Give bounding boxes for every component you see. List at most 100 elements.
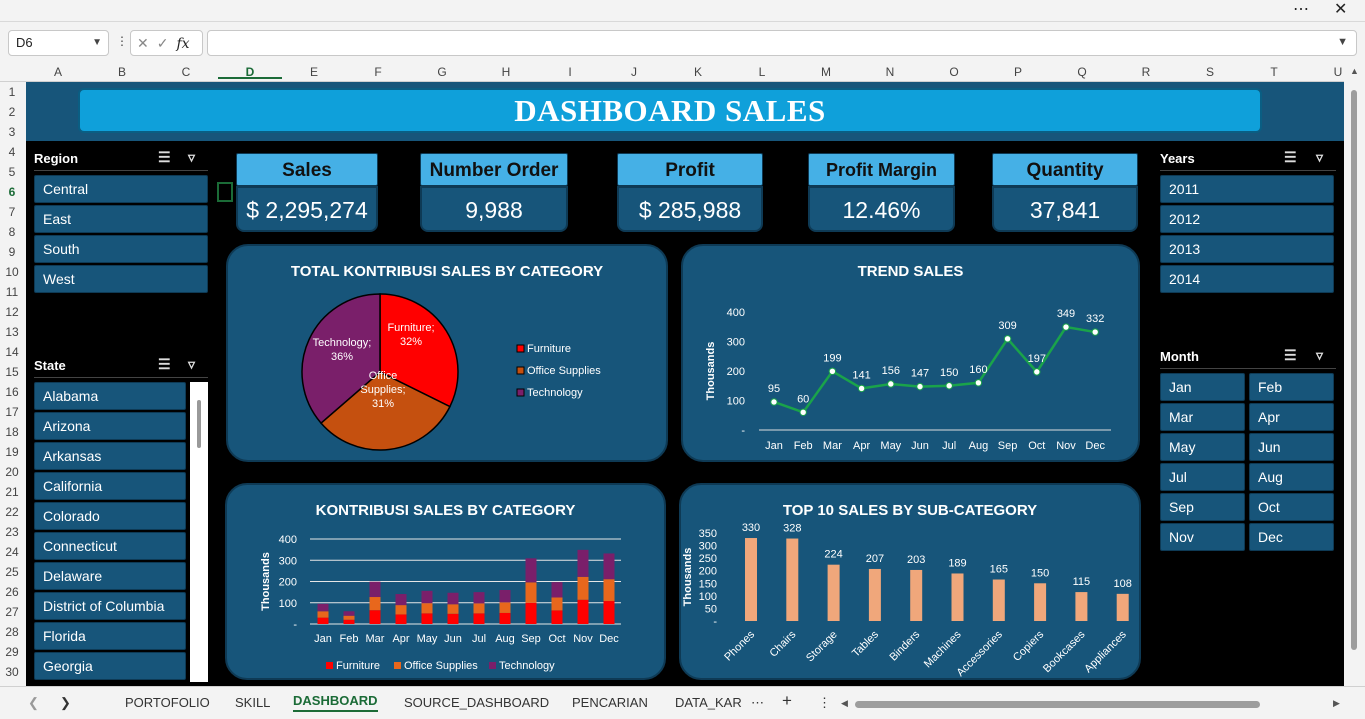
slicer-item[interactable]: West bbox=[34, 265, 208, 293]
stacked-bar-segment[interactable] bbox=[317, 617, 329, 624]
row-header[interactable]: 13 bbox=[0, 325, 24, 339]
trend-point[interactable] bbox=[1003, 335, 1012, 343]
formula-input[interactable]: ▼ bbox=[207, 30, 1357, 56]
trend-point[interactable] bbox=[916, 382, 924, 391]
slicer-item[interactable]: Sep bbox=[1160, 493, 1245, 521]
sheet-tab[interactable]: PORTOFOLIO bbox=[125, 695, 210, 710]
column-header[interactable]: Q bbox=[1050, 65, 1114, 79]
row-header[interactable]: 5 bbox=[0, 165, 24, 179]
slicer-scrollbar[interactable] bbox=[190, 382, 208, 682]
row-header[interactable]: 17 bbox=[0, 405, 24, 419]
sheet-options-icon[interactable]: ⋮ bbox=[818, 695, 831, 711]
horizontal-scrollbar[interactable]: ◀ ▶ bbox=[841, 698, 1345, 709]
close-icon[interactable]: ✕ bbox=[1334, 1, 1347, 19]
stacked-bar-segment[interactable] bbox=[395, 594, 407, 606]
trend-point[interactable] bbox=[770, 398, 778, 406]
row-header[interactable]: 24 bbox=[0, 545, 24, 559]
scroll-up-icon[interactable]: ▲ bbox=[1350, 66, 1359, 76]
slicer-item[interactable]: Georgia bbox=[34, 652, 186, 680]
stacked-bar-segment[interactable] bbox=[447, 592, 459, 605]
row-header[interactable]: 4 bbox=[0, 145, 24, 159]
confirm-icon[interactable]: ✓ bbox=[157, 35, 177, 51]
stacked-bar-segment[interactable] bbox=[499, 612, 511, 624]
slicer-scroll-thumb[interactable] bbox=[197, 400, 201, 448]
column-header[interactable]: B bbox=[90, 65, 154, 79]
trend-point[interactable] bbox=[1091, 328, 1099, 336]
row-header[interactable]: 1 bbox=[0, 85, 24, 99]
top10-bar[interactable] bbox=[1075, 592, 1088, 621]
row-header[interactable]: 28 bbox=[0, 625, 24, 639]
column-header[interactable]: T bbox=[1242, 65, 1306, 79]
trend-point[interactable] bbox=[887, 380, 895, 388]
stacked-bar-segment[interactable] bbox=[421, 590, 433, 604]
stacked-bar-segment[interactable] bbox=[577, 599, 589, 624]
insert-function-icon[interactable]: fx bbox=[176, 36, 189, 52]
top10-bar[interactable] bbox=[786, 538, 799, 621]
multi-select-icon[interactable]: ☰ bbox=[1284, 347, 1297, 364]
stacked-bar-segment[interactable] bbox=[343, 611, 355, 616]
slicer-item[interactable]: Aug bbox=[1249, 463, 1334, 491]
multi-select-icon[interactable]: ☰ bbox=[158, 149, 171, 166]
scroll-right-icon[interactable]: ▶ bbox=[1333, 698, 1340, 709]
clear-filter-icon[interactable]: ▿ bbox=[188, 356, 195, 373]
column-header[interactable]: G bbox=[410, 65, 474, 79]
clear-filter-icon[interactable]: ▿ bbox=[188, 149, 195, 166]
column-header[interactable]: E bbox=[282, 65, 346, 79]
stacked-bar-segment[interactable] bbox=[343, 619, 355, 624]
stacked-bar-segment[interactable] bbox=[499, 590, 511, 603]
formula-bar-handle-icon[interactable]: ⋮ bbox=[116, 34, 128, 48]
row-header[interactable]: 6 bbox=[0, 185, 24, 199]
top10-bar[interactable] bbox=[868, 568, 881, 621]
slicer-item[interactable]: Apr bbox=[1249, 403, 1334, 431]
sheet-tab[interactable]: SOURCE_DASHBOARD bbox=[404, 695, 549, 710]
sheet-tab[interactable]: SKILL bbox=[235, 695, 270, 710]
slicer-item[interactable]: California bbox=[34, 472, 186, 500]
column-header[interactable]: A bbox=[26, 65, 90, 79]
vertical-scrollbar[interactable]: ▲ bbox=[1344, 62, 1365, 686]
row-header[interactable]: 10 bbox=[0, 265, 24, 279]
sheet-tab[interactable]: PENCARIAN bbox=[572, 695, 648, 710]
horizontal-scroll-thumb[interactable] bbox=[855, 701, 1260, 708]
row-header[interactable]: 23 bbox=[0, 525, 24, 539]
slicer-item[interactable]: Jul bbox=[1160, 463, 1245, 491]
row-header[interactable]: 16 bbox=[0, 385, 24, 399]
slicer-item[interactable]: Central bbox=[34, 175, 208, 203]
slicer-item[interactable]: 2012 bbox=[1160, 205, 1334, 233]
column-header[interactable]: S bbox=[1178, 65, 1242, 79]
stacked-bar-segment[interactable] bbox=[447, 613, 459, 624]
row-header[interactable]: 15 bbox=[0, 365, 24, 379]
column-header[interactable]: P bbox=[986, 65, 1050, 79]
column-header[interactable]: I bbox=[538, 65, 602, 79]
column-header[interactable]: F bbox=[346, 65, 410, 79]
add-sheet-icon[interactable]: + bbox=[782, 691, 792, 711]
slicer-item[interactable]: Florida bbox=[34, 622, 186, 650]
column-header[interactable]: N bbox=[858, 65, 922, 79]
slicer-item[interactable]: 2013 bbox=[1160, 235, 1334, 263]
cancel-icon[interactable]: ✕ bbox=[137, 35, 157, 51]
stacked-bar-segment[interactable] bbox=[499, 602, 511, 613]
top10-bar[interactable] bbox=[992, 579, 1005, 621]
slicer-item[interactable]: Feb bbox=[1249, 373, 1334, 401]
sheet-tab[interactable]: DASHBOARD bbox=[293, 693, 378, 712]
stacked-bar-segment[interactable] bbox=[395, 614, 407, 624]
slicer-item[interactable]: Alabama bbox=[34, 382, 186, 410]
slicer-item[interactable]: South bbox=[34, 235, 208, 263]
selected-cell[interactable] bbox=[217, 182, 233, 202]
multi-select-icon[interactable]: ☰ bbox=[1284, 149, 1297, 166]
row-header[interactable]: 8 bbox=[0, 225, 24, 239]
slicer-item[interactable]: District of Columbia bbox=[34, 592, 186, 620]
column-header[interactable]: H bbox=[474, 65, 538, 79]
stacked-bar-segment[interactable] bbox=[603, 579, 615, 602]
column-header[interactable]: M bbox=[794, 65, 858, 79]
row-header[interactable]: 30 bbox=[0, 665, 24, 679]
stacked-bar-segment[interactable] bbox=[603, 601, 615, 624]
row-header[interactable]: 29 bbox=[0, 645, 24, 659]
stacked-bar-segment[interactable] bbox=[343, 615, 355, 620]
slicer-item[interactable]: East bbox=[34, 205, 208, 233]
stacked-bar-segment[interactable] bbox=[369, 581, 381, 598]
row-header[interactable]: 22 bbox=[0, 505, 24, 519]
column-header[interactable]: D bbox=[218, 62, 282, 79]
prev-sheet-icon[interactable]: ❮ bbox=[28, 695, 39, 711]
vertical-scroll-thumb[interactable] bbox=[1351, 90, 1357, 650]
row-header[interactable]: 2 bbox=[0, 105, 24, 119]
